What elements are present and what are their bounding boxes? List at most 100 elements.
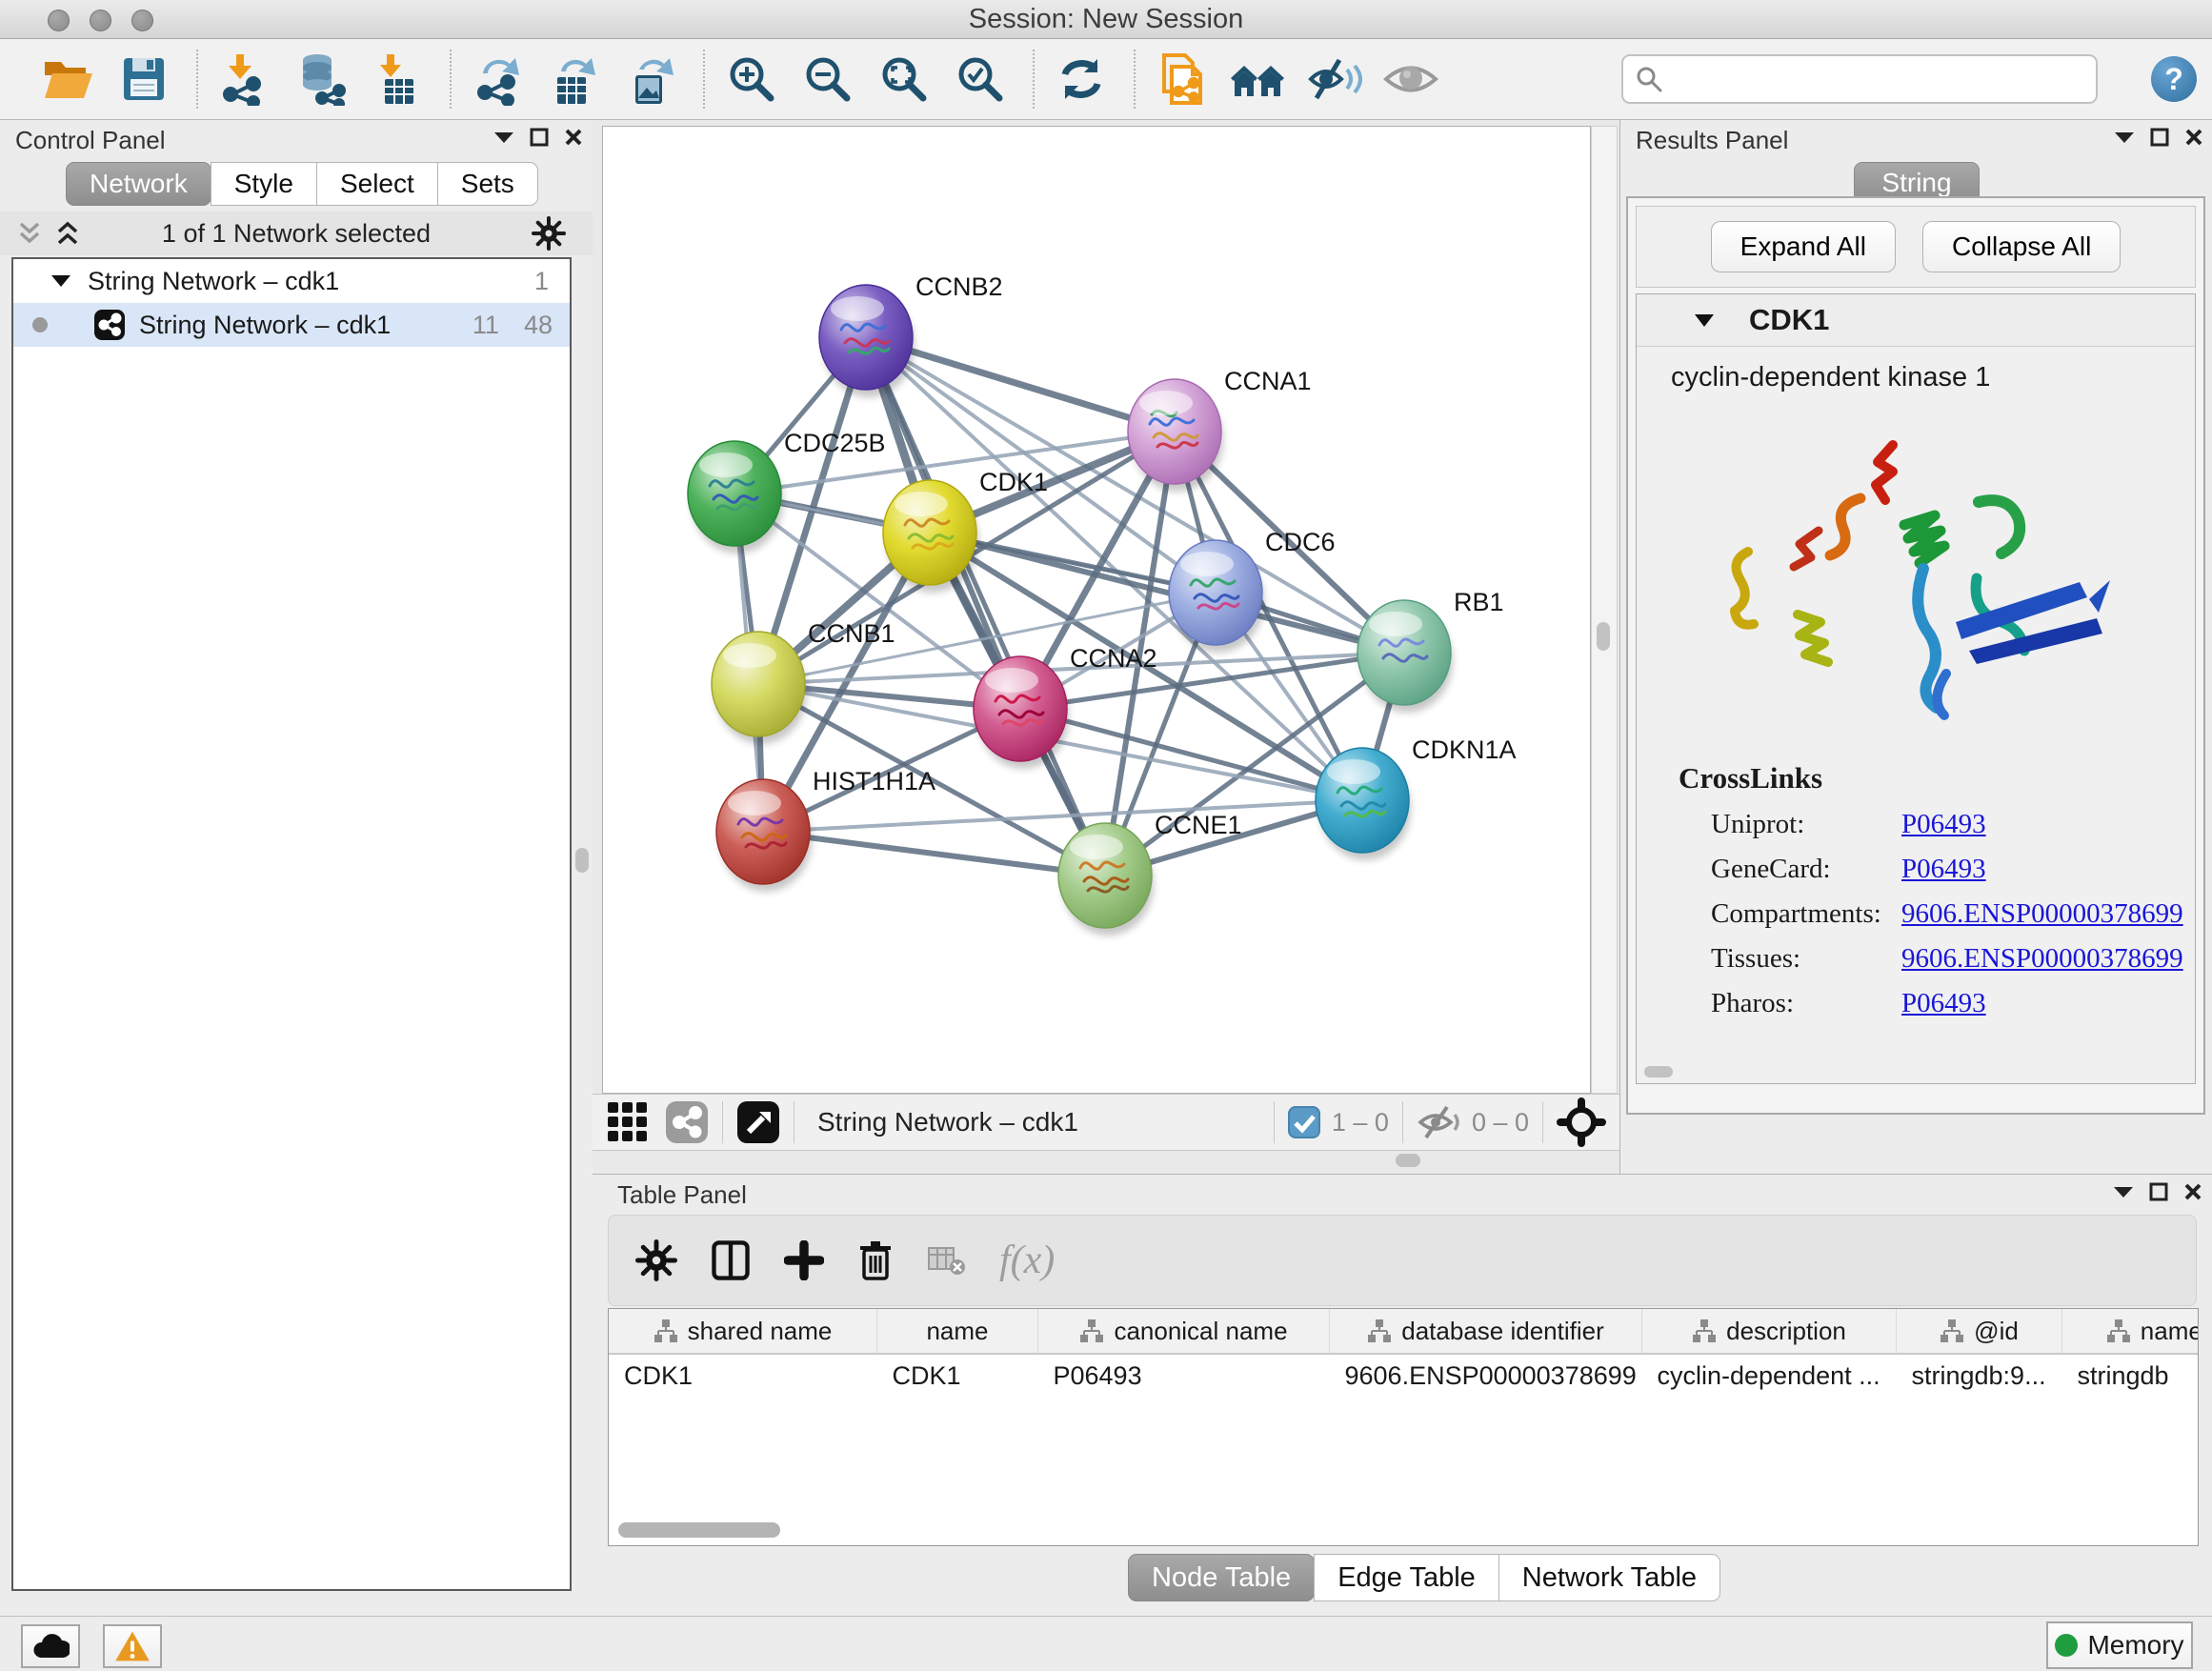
close-panel-icon[interactable]	[564, 128, 583, 147]
column-header--id[interactable]: @id	[1897, 1309, 2062, 1354]
network-collection-row[interactable]: String Network – cdk1 1	[13, 259, 570, 303]
selected-checkbox-icon[interactable]	[1288, 1106, 1320, 1138]
tab-network[interactable]: Network	[66, 162, 211, 206]
search-input[interactable]	[1663, 64, 2096, 95]
table-cell[interactable]: stringdb	[2062, 1354, 2200, 1397]
column-header-canonical-name[interactable]: canonical name	[1038, 1309, 1330, 1354]
warnings-button[interactable]	[103, 1624, 162, 1668]
network-node-CDKN1A[interactable]: CDKN1A	[1316, 735, 1517, 860]
table-cell[interactable]: CDK1	[609, 1354, 877, 1397]
network-node-CDK1[interactable]: CDK1	[883, 468, 1048, 593]
network-node-CDC6[interactable]: CDC6	[1169, 528, 1336, 653]
import-table-button[interactable]	[368, 50, 427, 109]
float-panel-icon[interactable]	[2149, 1182, 2168, 1201]
network-share-icon[interactable]	[665, 1100, 709, 1144]
zoom-out-button[interactable]	[798, 50, 857, 109]
table-cell[interactable]: 9606.ENSP00000378699	[1330, 1354, 1642, 1397]
crosslink-value-link[interactable]: P06493	[1901, 809, 1986, 840]
tab-node-table[interactable]: Node Table	[1128, 1554, 1315, 1601]
open-session-button[interactable]	[38, 50, 97, 109]
close-panel-icon[interactable]	[2183, 1182, 2202, 1201]
crosslink-value-link[interactable]: 9606.ENSP00000378699	[1901, 943, 2183, 975]
expand-all-button[interactable]: Expand All	[1711, 221, 1896, 272]
toolbar-separator	[196, 50, 198, 109]
bottom-splitter-handle[interactable]	[1396, 1154, 1420, 1167]
birds-eye-view-icon[interactable]	[736, 1100, 780, 1144]
save-icon	[119, 54, 169, 104]
scrollbar-thumb[interactable]	[1597, 622, 1610, 651]
network-node-RB1[interactable]: RB1	[1357, 588, 1504, 713]
tab-select[interactable]: Select	[316, 162, 438, 206]
panel-menu-icon[interactable]	[493, 131, 514, 144]
table-gear-icon[interactable]	[635, 1239, 677, 1281]
zoom-fit-button[interactable]	[875, 50, 934, 109]
network-vertical-scrollbar[interactable]	[1591, 126, 1618, 1094]
tab-style[interactable]: Style	[211, 162, 317, 206]
column-header-namespace[interactable]: namespace	[2062, 1309, 2200, 1354]
delete-column-icon[interactable]	[856, 1238, 895, 1282]
show-eye-button[interactable]	[1381, 50, 1440, 109]
toolbar-separator	[703, 50, 705, 109]
hide-panels-button[interactable]	[1305, 50, 1364, 109]
network-canvas[interactable]: CCNB2CCNA1CDC25BCDK1CDC6RB1CCNB1CCNA2CDK…	[602, 126, 1591, 1094]
gear-icon[interactable]	[532, 216, 566, 251]
grid-view-icon[interactable]	[606, 1100, 650, 1144]
entry-header[interactable]: CDK1	[1637, 294, 2195, 347]
float-panel-icon[interactable]	[2150, 128, 2169, 147]
crosslink-value-link[interactable]: P06493	[1901, 988, 1986, 1019]
tab-edge-table[interactable]: Edge Table	[1314, 1554, 1499, 1601]
network-node-CCNE1[interactable]: CCNE1	[1058, 811, 1242, 936]
close-panel-icon[interactable]	[2184, 128, 2203, 147]
crosslink-value-link[interactable]: 9606.ENSP00000378699	[1901, 898, 2183, 930]
control-panel-header: Control Panel	[0, 120, 593, 156]
collapse-all-button[interactable]: Collapse All	[1922, 221, 2121, 272]
search-box	[1621, 54, 2098, 104]
collapse-arrow-icon[interactable]	[51, 274, 70, 288]
shared-column-icon	[654, 1319, 678, 1343]
network-node-CCNB1[interactable]: CCNB1	[712, 619, 895, 744]
zoom-in-button[interactable]	[722, 50, 781, 109]
table-hscroll-thumb[interactable]	[618, 1522, 780, 1538]
table-cell[interactable]: CDK1	[877, 1354, 1038, 1397]
table-cell[interactable]: cyclin-dependent ...	[1642, 1354, 1897, 1397]
tab-network-table[interactable]: Network Table	[1498, 1554, 1720, 1601]
save-session-button[interactable]	[114, 50, 173, 109]
table-cell[interactable]: stringdb:9...	[1897, 1354, 2062, 1397]
refresh-button[interactable]	[1052, 50, 1111, 109]
select-columns-icon[interactable]	[710, 1238, 752, 1282]
network-row-selected[interactable]: String Network – cdk1 11 48	[13, 303, 570, 347]
panel-menu-icon[interactable]	[2113, 1185, 2134, 1198]
export-network-button[interactable]	[469, 50, 528, 109]
column-header-shared-name[interactable]: shared name	[609, 1309, 877, 1354]
network-selection-status: 1 of 1 Network selected	[0, 219, 593, 249]
help-button[interactable]: ?	[2151, 56, 2197, 102]
float-panel-icon[interactable]	[530, 128, 549, 147]
table-cell[interactable]: P06493	[1038, 1354, 1330, 1397]
crosshair-icon[interactable]	[1557, 1097, 1606, 1147]
column-header-database-identifier[interactable]: database identifier	[1330, 1309, 1642, 1354]
tab-sets[interactable]: Sets	[437, 162, 538, 206]
collapse-arrow-icon[interactable]	[1694, 313, 1715, 328]
clone-network-button[interactable]	[1153, 50, 1212, 109]
export-table-button[interactable]	[545, 50, 604, 109]
network-edge-HIST1H1A-CCNE1[interactable]	[763, 832, 1105, 876]
column-header-name[interactable]: name	[877, 1309, 1038, 1354]
import-network-button[interactable]	[215, 50, 274, 109]
crosslink-row: Compartments:9606.ENSP00000378699	[1679, 898, 2195, 930]
add-column-icon[interactable]	[784, 1240, 824, 1280]
panel-menu-icon[interactable]	[2114, 131, 2135, 144]
memory-button[interactable]: Memory	[2046, 1621, 2193, 1669]
table-row[interactable]: CDK1CDK1P064939606.ENSP00000378699cyclin…	[609, 1354, 2199, 1397]
crosslink-label: Uniprot:	[1711, 809, 1901, 840]
left-splitter-handle[interactable]	[575, 848, 589, 873]
cloud-status-button[interactable]	[21, 1624, 80, 1668]
zoom-selected-button[interactable]	[951, 50, 1010, 109]
import-database-button[interactable]	[292, 50, 351, 109]
home-button[interactable]	[1229, 50, 1288, 109]
warning-icon	[113, 1630, 151, 1662]
crosslink-value-link[interactable]: P06493	[1901, 854, 1986, 885]
string-results-box: Expand All Collapse All CDK1 cyclin-depe…	[1626, 196, 2205, 1115]
results-scrollbar-thumb[interactable]	[1644, 1066, 1673, 1077]
column-header-description[interactable]: description	[1642, 1309, 1897, 1354]
export-image-button[interactable]	[621, 50, 680, 109]
